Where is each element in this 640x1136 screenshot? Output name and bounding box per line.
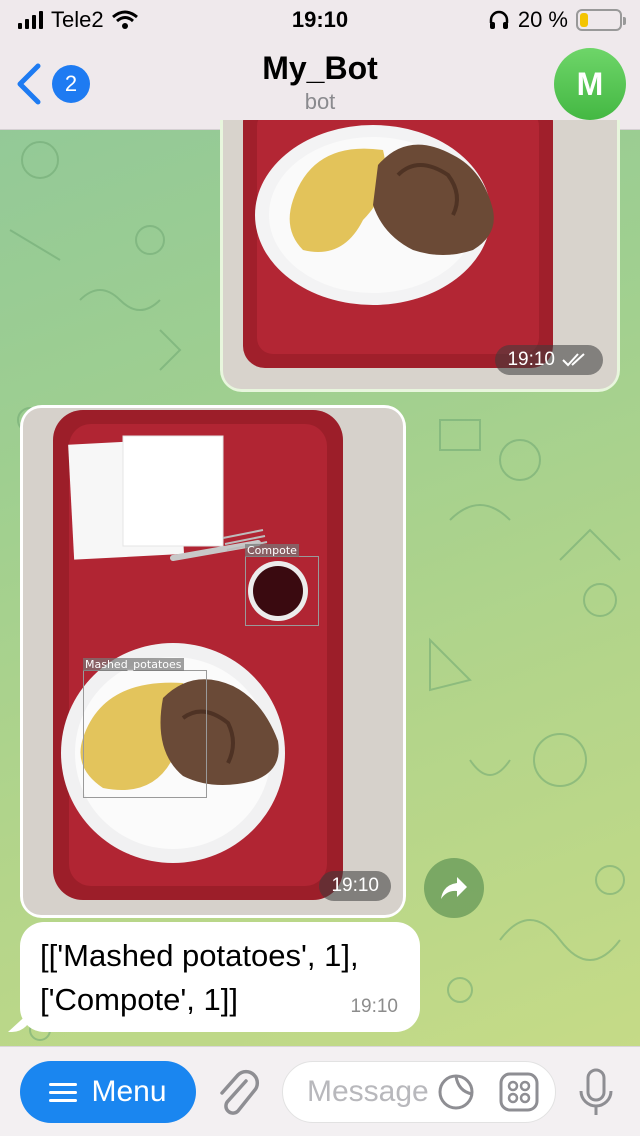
share-arrow-icon <box>441 877 467 899</box>
detection-result-image <box>23 408 403 915</box>
incoming-photo-timestamp: 19:10 <box>319 871 391 901</box>
incoming-text-message[interactable]: [['Mashed potatoes', 1], ['Compote', 1]]… <box>20 922 420 1032</box>
wifi-icon <box>111 10 138 29</box>
menu-button-label: Menu <box>91 1075 167 1108</box>
carrier-name: Tele2 <box>51 7 104 32</box>
outgoing-photo-timestamp: 19:10 <box>495 345 603 375</box>
detection-label-mashed-potatoes: Mashed_potatoes <box>83 658 184 671</box>
signal-icon <box>18 11 43 29</box>
incoming-photo[interactable]: Compote Mashed_potatoes 19:10 <box>23 408 403 915</box>
avatar[interactable]: M <box>554 48 626 120</box>
menu-button[interactable]: Menu <box>20 1061 196 1123</box>
paperclip-icon[interactable] <box>214 1067 262 1119</box>
chat-header: 2 My_Bot bot M <box>0 40 640 130</box>
message-text: [['Mashed potatoes', 1], ['Compote', 1]] <box>40 938 359 1017</box>
outgoing-photo-message[interactable]: 19:10 <box>220 120 620 392</box>
outgoing-photo[interactable]: 19:10 <box>223 120 617 389</box>
status-time: 19:10 <box>291 7 349 32</box>
chat-title-block[interactable]: My_Bot bot <box>0 50 640 115</box>
chat-title: My_Bot <box>262 50 378 86</box>
input-bar: Menu <box>0 1046 640 1136</box>
message-timestamp: 19:10 <box>350 996 398 1017</box>
bot-commands-icon[interactable] <box>498 1071 540 1113</box>
share-button[interactable] <box>424 858 484 918</box>
battery-fill <box>580 13 588 27</box>
chat-subtitle: bot <box>304 89 336 114</box>
double-check-icon <box>562 353 585 367</box>
status-left: Tele2 <box>18 7 138 33</box>
detection-box-mashed-potatoes <box>83 670 207 798</box>
status-bar: Tele2 19:10 20 % <box>0 0 640 40</box>
headphones-icon <box>489 10 509 29</box>
detection-label-compote: Compote <box>245 544 299 557</box>
hamburger-icon <box>49 1082 78 1102</box>
sticker-icon[interactable] <box>436 1071 476 1113</box>
incoming-photo-time: 19:10 <box>331 875 379 896</box>
detection-box-compote <box>245 556 319 626</box>
outgoing-photo-time: 19:10 <box>507 349 555 370</box>
battery-percent: 20 % <box>517 7 568 32</box>
battery-icon <box>576 9 626 31</box>
status-right: 20 % <box>488 7 626 33</box>
incoming-photo-message[interactable]: Compote Mashed_potatoes 19:10 <box>20 405 406 918</box>
microphone-icon[interactable] <box>576 1067 616 1119</box>
